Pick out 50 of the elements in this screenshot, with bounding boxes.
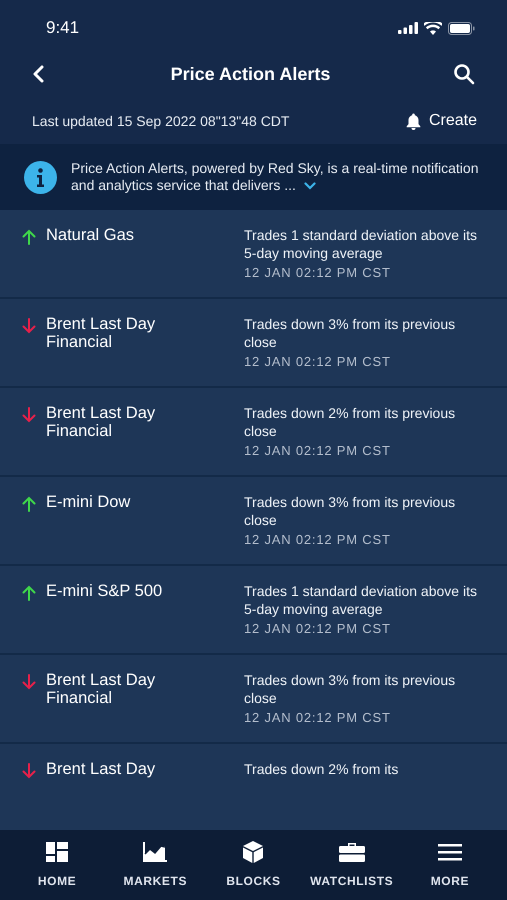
alert-description: Trades down 3% from its previous close (244, 671, 456, 707)
wifi-icon (424, 22, 442, 34)
instrument-name: Brent Last Day Financial (46, 315, 156, 353)
info-text: Price Action Alerts, powered by Red Sky, is a real-time notification and analytics service that delivers ... (71, 160, 480, 194)
alert-description: Trades down 2% from its (244, 760, 398, 778)
tab-bar-item[interactable]: MORE (400, 830, 499, 900)
alert-description: Trades 1 standard deviation above its 5-day moving average (244, 582, 478, 618)
alert-time: 12 JAN 02:12 PM CST (244, 531, 392, 549)
back-icon (32, 65, 44, 83)
briefcase-icon (338, 842, 365, 862)
alert-time: 12 JAN 02:12 PM CST (244, 353, 392, 371)
tab-bar-item[interactable]: HOME (8, 830, 106, 900)
alert-description: Trades down 2% from its previous close (244, 404, 456, 440)
create-button[interactable]: Create (406, 109, 477, 133)
tab-bar-item[interactable]: BLOCKS (204, 830, 303, 900)
up-arrow-icon (22, 496, 36, 512)
up-arrow-icon (22, 229, 36, 245)
search-icon (453, 63, 475, 85)
tab-bar-item[interactable]: MARKETS (106, 830, 204, 900)
alert-time: 12 JAN 02:12 PM CST (244, 620, 392, 638)
signal-icon (398, 22, 418, 34)
chevron-down-icon[interactable] (304, 182, 316, 190)
bell-icon (406, 112, 421, 130)
instrument-name: E-mini S&P 500 (46, 582, 164, 602)
chart-icon (143, 842, 168, 862)
info-icon (24, 160, 57, 194)
status-time: 9:41 (46, 17, 80, 40)
grid-icon (46, 842, 68, 862)
alert-time: 12 JAN 02:12 PM CST (244, 442, 392, 460)
alert-description: Trades 1 standard deviation above its 5-day moving average (244, 226, 478, 262)
last-updated-text: Last updated 15 Sep 2022 08"13"48 CDT (32, 112, 290, 131)
tab-bar-item[interactable]: WATCHLISTS (302, 830, 401, 900)
instrument-name: E-mini Dow (46, 493, 132, 513)
up-arrow-icon (22, 585, 36, 601)
alert-description: Trades down 3% from its previous close (244, 493, 456, 529)
down-arrow-icon (22, 318, 36, 334)
alert-time: 12 JAN 02:12 PM CST (244, 264, 392, 282)
battery-icon (448, 22, 475, 34)
instrument-name: Brent Last Day (46, 760, 156, 780)
instrument-name: Natural Gas (46, 226, 136, 246)
alert-description: Trades down 3% from its previous close (244, 315, 456, 351)
screen-title: Price Action Alerts (170, 62, 330, 86)
down-arrow-icon (22, 763, 36, 779)
cube-icon (241, 840, 266, 864)
alert-time: 12 JAN 02:12 PM CST (244, 709, 392, 727)
down-arrow-icon (22, 674, 36, 690)
down-arrow-icon (22, 407, 36, 423)
instrument-name: Brent Last Day Financial (46, 404, 156, 442)
menu-icon (438, 843, 462, 861)
instrument-name: Brent Last Day Financial (46, 671, 156, 709)
